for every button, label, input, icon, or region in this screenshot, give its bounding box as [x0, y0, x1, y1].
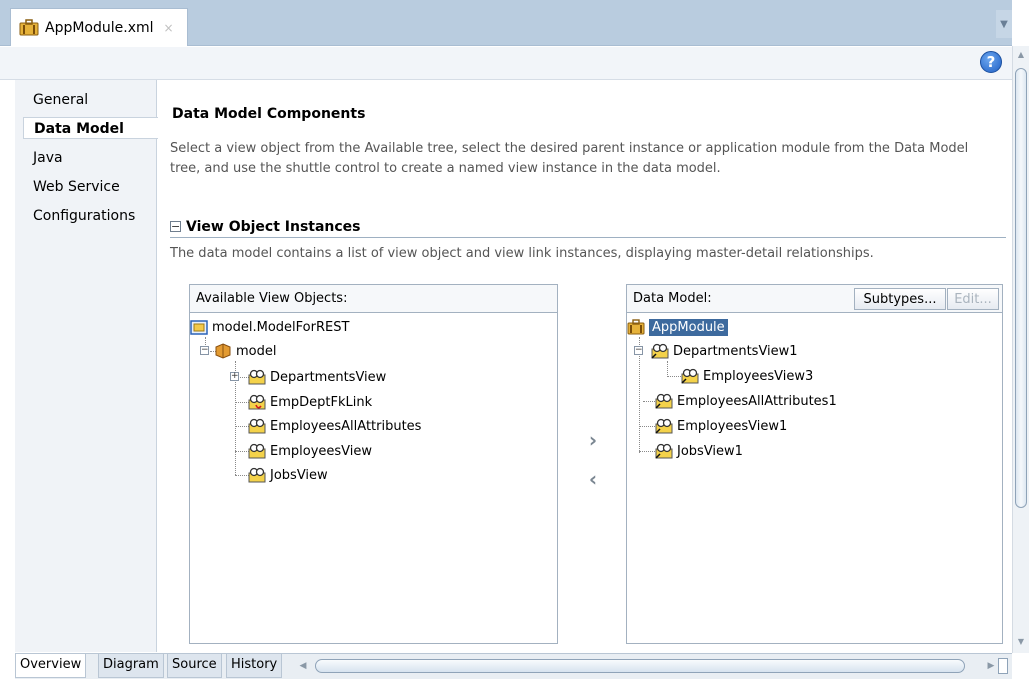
- tree-node-employeesview3[interactable]: EmployeesView3: [681, 365, 813, 387]
- tree-node-employeesallattributes[interactable]: EmployeesAllAttributes: [248, 415, 421, 437]
- tab-list-dropdown-icon[interactable]: ▼: [996, 10, 1012, 38]
- help-icon[interactable]: ?: [980, 51, 1002, 73]
- splitter-handle[interactable]: [998, 658, 1008, 674]
- data-model-page: Data Model Components Select a view obje…: [158, 80, 1012, 652]
- tree-node-employeesallattributes1[interactable]: EmployeesAllAttributes1: [655, 390, 837, 412]
- page-title: Data Model Components: [172, 106, 366, 122]
- tree-node-appmodule[interactable]: AppModule: [627, 316, 728, 338]
- available-view-objects-panel: Available View Objects: model.ModelForRE…: [189, 284, 558, 644]
- tree-node-label-selected: AppModule: [649, 318, 728, 336]
- view-object-icon: [248, 467, 266, 483]
- tree-node-label: DepartmentsView: [270, 369, 387, 385]
- tree-node-label: JobsView: [270, 467, 328, 483]
- view-object-icon: [248, 443, 266, 459]
- shuttle-remove-button[interactable]: ‹: [585, 469, 601, 489]
- tree-node-label: model: [236, 343, 277, 359]
- scroll-thumb[interactable]: [1015, 68, 1027, 508]
- tree-node-label: model.ModelForREST: [212, 319, 350, 335]
- package-icon: [214, 343, 232, 359]
- editor-bottom-tabs: Overview Diagram Source History ◀ ▶: [15, 653, 1012, 679]
- horizontal-scroll-thumb[interactable]: [315, 659, 965, 673]
- editor-tab-label: AppModule.xml: [45, 19, 154, 36]
- data-model-panel: Data Model: Subtypes... Edit... AppModul…: [626, 284, 1003, 644]
- tree-node-label: EmployeesAllAttributes: [270, 418, 422, 434]
- view-link-icon: [248, 394, 266, 410]
- expand-node-icon[interactable]: +: [230, 372, 239, 381]
- overview-navigation: General Data Model Java Web Service Conf…: [15, 80, 158, 652]
- vertical-scrollbar[interactable]: ▲ ▼: [1012, 46, 1029, 653]
- data-model-header-label: Data Model:: [633, 291, 712, 306]
- horizontal-scrollbar[interactable]: ◀ ▶: [297, 658, 997, 674]
- shuttle-add-button[interactable]: ›: [585, 430, 601, 450]
- collapse-node-icon[interactable]: −: [200, 346, 209, 355]
- collapse-icon[interactable]: −: [170, 221, 181, 232]
- tree-node-jobsview1[interactable]: JobsView1: [655, 440, 743, 462]
- tree-node-departmentsview[interactable]: DepartmentsView: [248, 366, 386, 388]
- editor-tab-strip: AppModule.xml × ▼: [0, 0, 1012, 46]
- page-description: Select a view object from the Available …: [170, 141, 969, 176]
- tree-node-label: EmployeesView: [270, 443, 373, 459]
- tab-diagram[interactable]: Diagram: [98, 654, 164, 678]
- tree-node-model-package[interactable]: model: [214, 340, 276, 362]
- nav-item-web-service[interactable]: Web Service: [33, 176, 120, 198]
- tab-overview[interactable]: Overview: [15, 654, 87, 678]
- available-header: Available View Objects:: [190, 285, 557, 313]
- tree-node-label: EmployeesView1: [677, 418, 788, 434]
- view-instance-icon: [655, 418, 673, 434]
- view-object-icon: [248, 418, 266, 434]
- edit-button[interactable]: Edit...: [947, 288, 999, 310]
- nav-item-java[interactable]: Java: [33, 147, 63, 169]
- tree-node-model-project[interactable]: model.ModelForREST: [190, 316, 349, 338]
- scroll-up-icon[interactable]: ▲: [1016, 50, 1026, 60]
- tree-node-label: EmployeesView3: [703, 368, 814, 384]
- editor-toolbar: ?: [0, 47, 1012, 80]
- tree-node-label: JobsView1: [677, 443, 743, 459]
- view-instance-icon: [655, 393, 673, 409]
- section-title: View Object Instances: [186, 218, 361, 235]
- view-instance-icon: [681, 368, 699, 384]
- data-model-header: Data Model: Subtypes... Edit...: [627, 285, 1002, 313]
- tree-node-employeesview[interactable]: EmployeesView: [248, 440, 372, 462]
- scroll-right-icon[interactable]: ▶: [985, 658, 997, 674]
- tree-node-label: EmpDeptFkLink: [270, 394, 373, 410]
- application-module-icon: [627, 319, 645, 335]
- available-header-label: Available View Objects:: [196, 291, 348, 306]
- tree-node-label: DepartmentsView1: [673, 343, 798, 359]
- view-object-icon: [248, 369, 266, 385]
- view-instance-icon: [655, 443, 673, 459]
- close-icon[interactable]: ×: [164, 21, 174, 35]
- subtypes-button[interactable]: Subtypes...: [854, 288, 946, 310]
- project-folder-icon: [190, 319, 208, 335]
- application-module-icon: [19, 19, 39, 36]
- scroll-left-icon[interactable]: ◀: [297, 658, 309, 674]
- nav-item-configurations[interactable]: Configurations: [33, 205, 135, 227]
- nav-item-general[interactable]: General: [33, 89, 88, 111]
- section-description: The data model contains a list of view o…: [170, 246, 874, 261]
- tree-node-employeesview1[interactable]: EmployeesView1: [655, 415, 787, 437]
- tab-history[interactable]: History: [226, 654, 283, 678]
- tree-node-jobsview[interactable]: JobsView: [248, 464, 328, 486]
- tab-source[interactable]: Source: [167, 654, 222, 678]
- tree-node-empdeptfklink[interactable]: EmpDeptFkLink: [248, 391, 372, 413]
- editor-tab-appmodule[interactable]: AppModule.xml ×: [10, 8, 188, 46]
- scroll-down-icon[interactable]: ▼: [1016, 637, 1026, 647]
- view-object-instances-header[interactable]: − View Object Instances: [170, 216, 1006, 238]
- collapse-node-icon[interactable]: −: [634, 346, 643, 355]
- tree-node-label: EmployeesAllAttributes1: [677, 393, 837, 409]
- tree-node-departmentsview1[interactable]: DepartmentsView1: [651, 340, 798, 362]
- view-instance-icon: [651, 343, 669, 359]
- nav-item-data-model[interactable]: Data Model: [23, 117, 158, 139]
